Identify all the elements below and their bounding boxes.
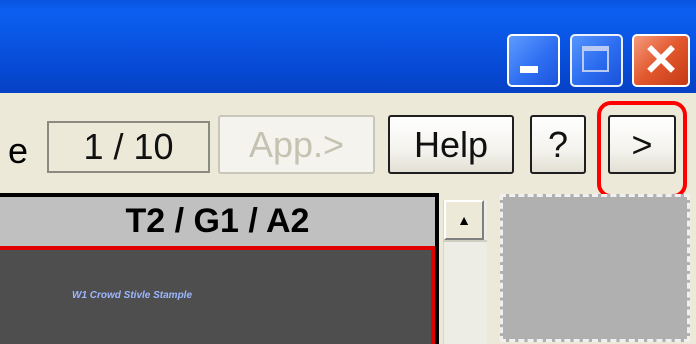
close-button[interactable]: ✕ — [632, 34, 690, 87]
panel-body — [0, 246, 435, 344]
scroll-up-button[interactable]: ▲ — [444, 200, 484, 240]
toolbar-label-fragment: e — [8, 130, 29, 171]
page-counter: 1 / 10 — [47, 121, 210, 173]
app-button[interactable]: App.> — [218, 115, 375, 174]
next-button-highlight — [597, 101, 687, 198]
sample-text: W1 Crowd Stivle Stample — [72, 290, 193, 301]
thumbnail-placeholder — [500, 194, 690, 342]
maximize-button[interactable] — [570, 34, 623, 87]
question-button[interactable]: ? — [530, 115, 586, 174]
scrollbar-divider — [443, 240, 487, 242]
close-icon: ✕ — [642, 35, 680, 85]
panel-header: T2 / G1 / A2 — [125, 202, 310, 240]
maximize-icon — [582, 46, 609, 72]
minimize-icon — [520, 66, 538, 73]
minimize-button[interactable] — [507, 34, 560, 87]
help-button[interactable]: Help — [388, 115, 514, 174]
up-arrow-icon: ▲ — [457, 212, 471, 228]
